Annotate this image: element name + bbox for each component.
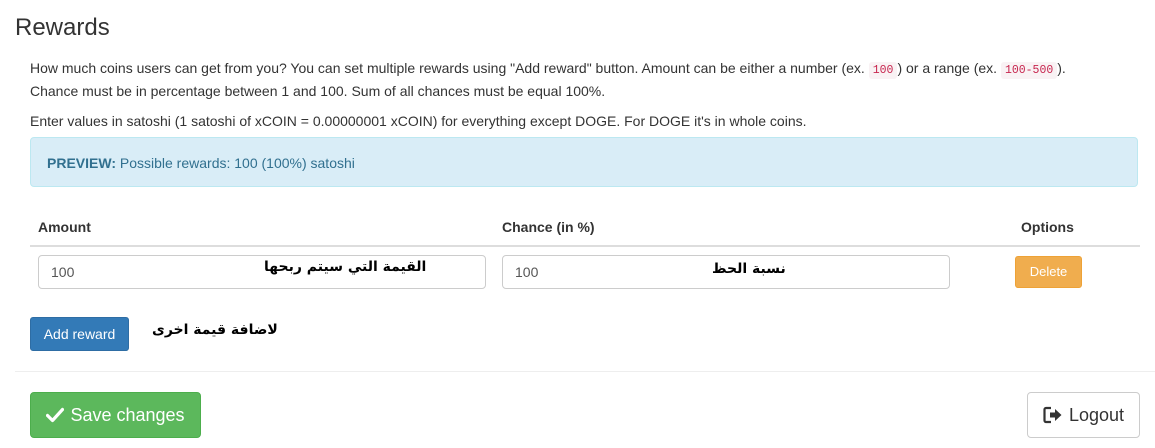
example-number: 100 xyxy=(868,62,898,79)
example-range: 100-500 xyxy=(1000,62,1058,79)
delete-button[interactable]: Delete xyxy=(1015,256,1082,288)
description: How much coins users can get from you? Y… xyxy=(30,58,1140,141)
logout-button[interactable]: Logout xyxy=(1027,392,1140,438)
add-reward-button[interactable]: Add reward xyxy=(30,317,129,351)
amount-header: Amount xyxy=(38,219,91,235)
options-header: Options xyxy=(1021,219,1074,235)
check-icon xyxy=(46,407,65,423)
table-header-divider xyxy=(30,245,1140,247)
preview-alert: PREVIEW: Possible rewards: 100 (100%) sa… xyxy=(30,137,1138,187)
preview-text: Possible rewards: 100 (100%) satoshi xyxy=(115,155,355,171)
chance-annotation: نسبة الحظ xyxy=(712,261,786,277)
sign-out-icon xyxy=(1043,406,1063,424)
amount-annotation: القيمة التي سيتم ربحها xyxy=(264,259,427,275)
chance-header: Chance (in %) xyxy=(502,219,595,235)
description-rules: How much coins users can get from you? Y… xyxy=(30,60,1066,99)
preview-label: PREVIEW: xyxy=(47,155,116,171)
page-title: Rewards xyxy=(15,14,110,41)
form-divider xyxy=(15,371,1155,372)
save-changes-label: Save changes xyxy=(70,404,185,425)
save-changes-button[interactable]: Save changes xyxy=(30,392,201,438)
add-annotation: لاضافة قيمة اخرى xyxy=(152,322,278,338)
description-units: Enter values in satoshi (1 satoshi of xC… xyxy=(30,113,807,129)
logout-label: Logout xyxy=(1068,404,1125,425)
